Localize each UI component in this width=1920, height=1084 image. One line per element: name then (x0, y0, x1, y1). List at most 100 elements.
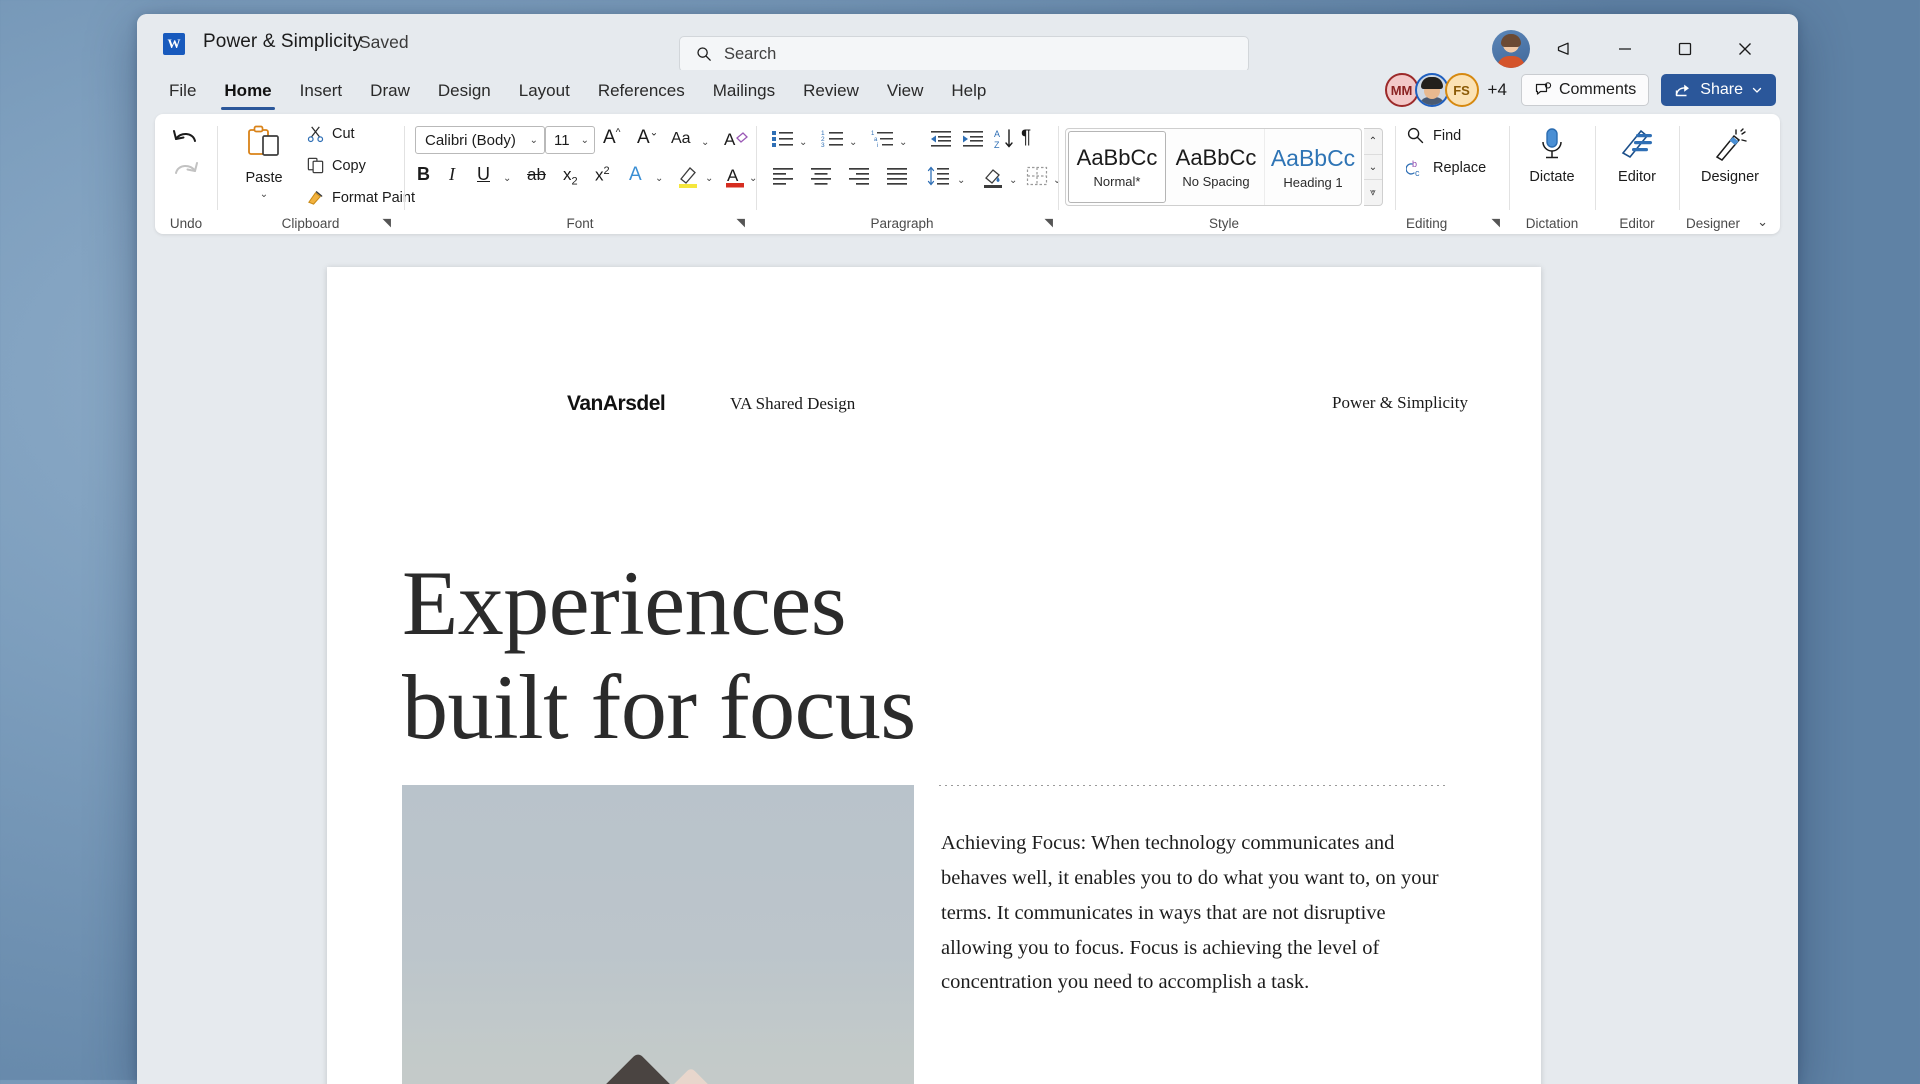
italic-button[interactable]: I (449, 164, 455, 185)
share-button[interactable]: Share (1661, 74, 1776, 106)
find-button[interactable]: Find (1406, 126, 1461, 145)
text-effects-button[interactable]: A (629, 164, 642, 186)
justify-button[interactable] (885, 166, 909, 191)
redo-button[interactable] (169, 158, 203, 193)
align-left-button[interactable] (771, 166, 795, 191)
designer-button[interactable]: Designer (1680, 126, 1780, 185)
line-spacing-chevron-down-icon[interactable]: ⌄ (957, 170, 965, 188)
subscript-button[interactable]: x2 (563, 165, 578, 187)
multilevel-list-button[interactable]: 1 a i (871, 128, 895, 155)
editor-button[interactable]: Editor (1596, 126, 1678, 185)
line-spacing-button[interactable] (927, 165, 951, 192)
comments-button[interactable]: Comments (1520, 74, 1650, 106)
styles-scrollbar[interactable]: ⌃ ⌄ ⩔ (1364, 128, 1383, 206)
maximize-button[interactable] (1664, 28, 1706, 70)
document-image[interactable] (402, 785, 914, 1084)
styles-scroll-down-icon[interactable]: ⌄ (1364, 155, 1382, 181)
increase-indent-button[interactable] (961, 128, 985, 155)
change-case-chevron-down-icon[interactable]: ⌄ (701, 132, 709, 150)
shrink-font-button[interactable]: A⌄ (637, 127, 658, 149)
account-avatar[interactable] (1492, 30, 1530, 68)
change-case-button[interactable]: Aa (671, 130, 691, 148)
document-headline[interactable]: Experiences built for focus (402, 552, 1402, 760)
paste-chevron-down-icon[interactable]: ⌄ (234, 189, 294, 200)
tab-insert[interactable]: Insert (286, 70, 357, 108)
font-name-combo[interactable]: Calibri (Body) ⌄ (415, 126, 545, 154)
superscript-button[interactable]: x2 (595, 165, 610, 186)
document-title[interactable]: Power & Simplicity (203, 31, 362, 53)
clear-formatting-button[interactable]: A (723, 127, 749, 156)
tab-mailings[interactable]: Mailings (699, 70, 789, 108)
search-box[interactable] (679, 36, 1249, 72)
share-label: Share (1700, 81, 1743, 98)
numbered-list-button[interactable]: 1 2 3 (821, 128, 845, 155)
multilevel-list-chevron-down-icon[interactable]: ⌄ (899, 132, 907, 150)
underline-button[interactable]: U (477, 164, 490, 185)
align-right-button[interactable] (847, 166, 871, 191)
paste-button[interactable]: Paste ⌄ (234, 124, 294, 200)
highlight-button[interactable] (677, 164, 701, 195)
search-input[interactable] (722, 43, 1202, 65)
underline-chevron-down-icon[interactable]: ⌄ (503, 168, 511, 186)
shading-button[interactable] (981, 165, 1005, 194)
tab-draw[interactable]: Draw (356, 70, 424, 108)
editor-label: Editor (1618, 169, 1656, 185)
font-name-chevron-down-icon[interactable]: ⌄ (530, 135, 538, 146)
highlight-chevron-down-icon[interactable]: ⌄ (705, 168, 713, 186)
style-no-spacing[interactable]: AaBbCc No Spacing (1168, 129, 1265, 205)
presence-avatar-fs[interactable]: FS (1444, 73, 1479, 107)
styles-scroll-up-icon[interactable]: ⌃ (1364, 129, 1382, 155)
feedback-button[interactable] (1544, 28, 1586, 70)
bullet-list-chevron-down-icon[interactable]: ⌄ (799, 132, 807, 150)
replace-button[interactable]: b c Replace (1406, 158, 1486, 178)
shading-chevron-down-icon[interactable]: ⌄ (1009, 170, 1017, 188)
style-normal[interactable]: AaBbCc Normal* (1068, 131, 1166, 203)
bold-button[interactable]: B (417, 164, 430, 185)
tab-design[interactable]: Design (424, 70, 505, 108)
sort-button[interactable]: A Z (993, 127, 1015, 156)
align-center-button[interactable] (809, 166, 833, 191)
minimize-button[interactable] (1604, 28, 1646, 70)
dictate-button[interactable]: Dictate (1510, 126, 1594, 185)
styles-gallery[interactable]: AaBbCc Normal* AaBbCc No Spacing AaBbCc … (1065, 128, 1362, 206)
tab-view[interactable]: View (873, 70, 938, 108)
tab-home[interactable]: Home (210, 70, 285, 110)
save-status[interactable]: Saved (359, 32, 409, 53)
style-heading-1[interactable]: AaBbCc Heading 1 (1265, 129, 1361, 205)
numbered-list-chevron-down-icon[interactable]: ⌄ (849, 132, 857, 150)
document-header-logo: VanArsdel (567, 392, 666, 415)
clipboard-dialog-launcher[interactable]: ◥ (383, 216, 391, 229)
show-marks-button[interactable]: ¶ (1021, 127, 1031, 149)
format-painter-button[interactable]: Format Paint (306, 188, 415, 207)
styles-more-icon[interactable]: ⩔ (1364, 180, 1382, 205)
strikethrough-button[interactable]: ab (527, 165, 546, 185)
undo-button[interactable] (169, 126, 203, 161)
presence-avatar-mm[interactable]: MM (1384, 73, 1419, 107)
tab-layout[interactable]: Layout (505, 70, 584, 108)
tab-file[interactable]: File (155, 70, 210, 108)
presence-overflow-count[interactable]: +4 (1488, 80, 1507, 100)
close-button[interactable] (1724, 28, 1766, 70)
presence-avatar-photo[interactable] (1414, 73, 1449, 107)
font-color-button[interactable]: A (725, 164, 747, 195)
tab-references[interactable]: References (584, 70, 699, 108)
bullet-list-button[interactable] (771, 128, 795, 155)
copy-button[interactable]: Copy (306, 156, 366, 175)
tab-review[interactable]: Review (789, 70, 873, 108)
font-size-combo[interactable]: 11 ⌄ (545, 126, 595, 154)
ribbon-collapse-chevron-down-icon[interactable]: ⌄ (1757, 214, 1768, 230)
editing-dialog-launcher[interactable]: ◥ (1492, 216, 1500, 229)
grow-font-button[interactable]: A^ (603, 127, 620, 149)
cut-button[interactable]: Cut (306, 124, 355, 143)
group-label-paragraph: Paragraph (870, 216, 934, 231)
document-page[interactable]: VanArsdel VA Shared Design Power & Simpl… (327, 267, 1541, 1084)
decrease-indent-button[interactable] (929, 128, 953, 155)
text-effects-chevron-down-icon[interactable]: ⌄ (655, 168, 663, 186)
document-canvas[interactable]: VanArsdel VA Shared Design Power & Simpl… (137, 248, 1798, 1084)
font-dialog-launcher[interactable]: ◥ (737, 216, 745, 229)
tab-help[interactable]: Help (937, 70, 1000, 108)
document-body-paragraph[interactable]: Achieving Focus: When technology communi… (939, 786, 1446, 1000)
font-size-chevron-down-icon[interactable]: ⌄ (581, 135, 589, 146)
borders-button[interactable] (1025, 165, 1049, 192)
paragraph-dialog-launcher[interactable]: ◥ (1045, 216, 1053, 229)
